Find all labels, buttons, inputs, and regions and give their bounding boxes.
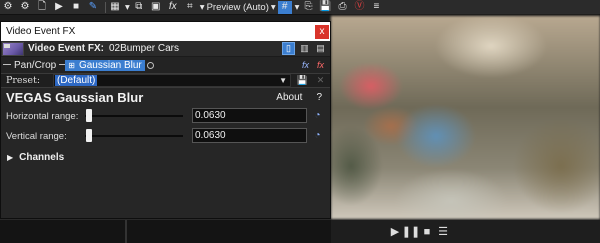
plugin-icon: ⊞ — [68, 60, 75, 70]
triple-pane-icon[interactable]: ▤ — [314, 42, 327, 55]
close-button[interactable]: x — [315, 24, 329, 39]
window-titlebar[interactable]: Video Event FX x — [1, 22, 330, 41]
separator — [105, 1, 106, 13]
gear-small-icon[interactable]: ⚙ — [18, 1, 32, 14]
crop-icon[interactable]: ⌗ — [183, 1, 197, 14]
vertical-range-input[interactable]: 0.0630 — [192, 128, 307, 143]
plugin-header: VEGAS Gaussian Blur About ? — [1, 88, 330, 106]
pause-icon[interactable]: ❚❚ — [402, 225, 420, 239]
close-icon: x — [319, 26, 325, 37]
param-label: Horizontal range: — [6, 110, 79, 122]
preset-row: Preset: (Default) ▼ 💾 ✕ — [1, 73, 330, 88]
preview-transport: ▶ ❚❚ ■ ☰ — [331, 220, 600, 243]
play-icon[interactable]: ▶ — [52, 1, 66, 14]
grid-dropdown-icon[interactable]: ▦ — [108, 1, 122, 14]
more-icon[interactable]: ≡ — [369, 1, 383, 14]
save-icon[interactable]: 💾 — [318, 1, 332, 14]
delete-preset-icon[interactable]: ✕ — [314, 74, 327, 87]
horizontal-range-input[interactable]: 0.0630 — [192, 108, 307, 123]
media-thumbnail — [2, 41, 24, 56]
preview-toolbar: ⚙ ⚙ 🗋 ▶ ■ ✎ ▦ ▾ ⧉ ▣ fx ⌗ ▾ Preview (Auto… — [0, 0, 600, 15]
animate-keyframe-icon[interactable]: ◔ — [311, 129, 324, 142]
channels-section[interactable]: ▶ Channels — [1, 148, 330, 166]
grid-dropdown-arrow-icon[interactable]: ▾ — [295, 2, 300, 13]
delete-file-icon[interactable]: 🗋 — [35, 1, 49, 14]
header-label: Video Event FX: — [28, 43, 104, 54]
media-name: 02Bumper Cars — [108, 43, 179, 54]
about-button[interactable]: About — [276, 92, 302, 103]
header-buttons: ▯ ▥ ▤ — [279, 42, 327, 55]
window-title: Video Event FX — [6, 26, 76, 37]
param-vertical-range: Vertical range: 0.0630 ◔ — [1, 126, 330, 146]
fx-chain-row: Pan/Crop ⊞ Gaussian Blur fx fx — [1, 57, 330, 73]
fx-header-row: Video Event FX: 02Bumper Cars ▯ ▥ ▤ — [1, 41, 330, 57]
add-fx-icon[interactable]: fx — [299, 59, 312, 72]
timeline-divider — [125, 220, 127, 243]
save-preset-icon[interactable]: 💾 — [296, 74, 309, 87]
dropdown-arrow-icon[interactable]: ▾ — [200, 2, 205, 13]
vegas-icon[interactable]: Ⓥ — [352, 1, 366, 14]
paint-icon[interactable]: ✎ — [86, 1, 100, 14]
chain-item-label: Gaussian Blur — [78, 59, 142, 71]
chain-end-node — [146, 61, 154, 69]
window-icon[interactable]: ▣ — [149, 1, 163, 14]
snapshot-icon[interactable]: ⎙ — [335, 1, 349, 14]
help-button[interactable]: ? — [316, 92, 322, 103]
clip-icon[interactable]: ⧉ — [132, 1, 146, 14]
horizontal-range-slider-track[interactable] — [85, 115, 183, 117]
chain-item-pan-crop[interactable]: Pan/Crop — [11, 59, 60, 71]
preview-mode-dropdown[interactable]: Preview (Auto) — [207, 2, 269, 13]
preset-value: (Default) — [55, 75, 98, 86]
chain-item-gaussian-blur[interactable]: ⊞ Gaussian Blur — [65, 59, 145, 71]
horizontal-range-slider-thumb[interactable] — [86, 109, 92, 122]
preset-label: Preset: — [6, 75, 41, 86]
plugin-name: VEGAS Gaussian Blur — [6, 89, 144, 105]
grid-overlay-icon[interactable]: # — [277, 0, 292, 14]
animate-keyframe-icon[interactable]: ◔ — [311, 109, 324, 122]
chain-buttons: fx fx — [297, 59, 327, 72]
dropdown-arrow-icon[interactable]: ▾ — [125, 2, 130, 13]
remove-fx-icon[interactable]: fx — [314, 59, 327, 72]
timeline-strip — [0, 219, 331, 243]
copy-icon[interactable]: ⎘ — [301, 1, 315, 14]
preview-mode-arrow-icon[interactable]: ▾ — [271, 2, 276, 13]
single-pane-icon[interactable]: ▯ — [282, 42, 295, 55]
expand-arrow-icon[interactable]: ▶ — [7, 153, 13, 162]
menu-icon[interactable]: ☰ — [436, 225, 450, 239]
play-icon[interactable]: ▶ — [388, 225, 402, 239]
video-preview[interactable] — [331, 16, 600, 219]
vertical-range-slider-track[interactable] — [85, 135, 183, 137]
fx-icon[interactable]: fx — [166, 1, 180, 14]
video-event-fx-window: Video Event FX x Video Event FX: 02Bumpe… — [0, 21, 331, 219]
chevron-down-icon: ▼ — [279, 76, 287, 85]
stop-icon[interactable]: ■ — [69, 1, 83, 14]
channels-label: Channels — [19, 151, 65, 163]
param-horizontal-range: Horizontal range: 0.0630 ◔ — [1, 106, 330, 126]
gear-icon[interactable]: ⚙ — [1, 1, 15, 14]
split-pane-icon[interactable]: ▥ — [298, 42, 311, 55]
param-label: Vertical range: — [6, 130, 67, 142]
preset-dropdown[interactable]: (Default) ▼ — [53, 74, 291, 87]
vertical-range-slider-thumb[interactable] — [86, 129, 92, 142]
stop-icon[interactable]: ■ — [420, 225, 434, 239]
